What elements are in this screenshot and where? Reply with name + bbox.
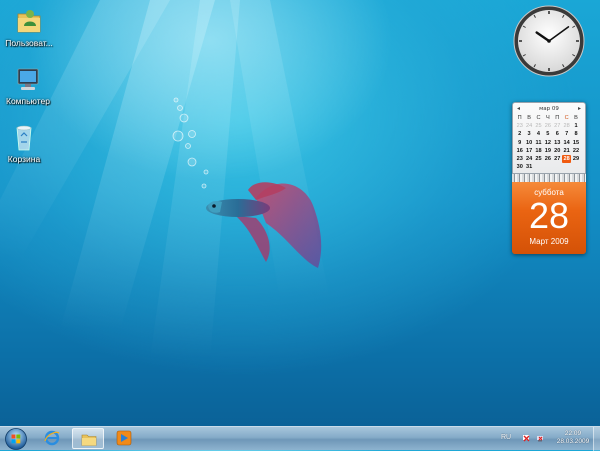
calendar-day-cell[interactable]: 7 — [562, 130, 571, 138]
calendar-weekday: П — [555, 115, 560, 121]
desktop-icon-computer[interactable]: Компьютер — [0, 64, 57, 106]
show-desktop-button[interactable] — [593, 427, 600, 451]
calendar-day-cell[interactable]: 24 — [524, 122, 533, 130]
calendar-day-cell[interactable]: 6 — [553, 130, 562, 138]
calendar-day-cell[interactable]: 17 — [524, 147, 533, 155]
calendar-day-view[interactable]: суббота 28 Март 2009 — [512, 182, 586, 254]
calendar-day-cell — [543, 163, 552, 171]
calendar-day-cell[interactable]: 31 — [524, 163, 533, 171]
calendar-day-cell[interactable]: 13 — [553, 139, 562, 147]
calendar-gadget[interactable]: ◂ мар 09 ▸ П В С Ч П С В 23 24 25 26 27 28 1 2 3 4 5 6 7 8 9 1… — [512, 102, 586, 254]
calendar-grid: П В С Ч П С В 23 24 25 26 27 28 1 2 3 4 5 6 7 8 9 10 11 12 13 14 15… — [513, 114, 585, 171]
calendar-weekday: С — [564, 115, 569, 121]
calendar-day-cell — [553, 163, 562, 171]
taskbar-windows-explorer[interactable] — [72, 428, 104, 449]
calendar-day-cell[interactable]: 22 — [571, 147, 580, 155]
desktop-icon-user-folder[interactable]: Пользоват... — [0, 6, 58, 48]
desktop-icon-recycle-bin[interactable]: Корзина — [0, 122, 53, 164]
calendar-day-cell[interactable]: 14 — [562, 139, 571, 147]
calendar-day-cell[interactable]: 27 — [553, 122, 562, 130]
calendar-day-cell[interactable]: 3 — [524, 130, 533, 138]
calendar-weekday: Ч — [546, 115, 550, 121]
calendar-weekday: С — [536, 115, 541, 121]
calendar-next-button[interactable]: ▸ — [578, 105, 581, 112]
calendar-day-cell — [571, 163, 580, 171]
calendar-month-view: ◂ мар 09 ▸ П В С Ч П С В 23 24 25 26 27 28 1 2 3 4 5 6 7 8 9 1… — [512, 102, 586, 174]
action-center-flag-icon[interactable] — [522, 434, 531, 443]
calendar-month-label: мар 09 — [539, 105, 559, 112]
calendar-prev-button[interactable]: ◂ — [517, 105, 520, 112]
calendar-day-cell[interactable]: 26 — [543, 155, 552, 163]
user-folder-icon — [17, 10, 41, 33]
calendar-day-cell[interactable]: 25 — [534, 122, 543, 130]
language-indicator[interactable]: RU — [501, 434, 511, 441]
calendar-weekday: В — [527, 115, 531, 121]
calendar-day-cell[interactable]: 11 — [534, 139, 543, 147]
network-status-icon[interactable] — [536, 434, 545, 443]
calendar-day-number: 28 — [528, 195, 570, 236]
calendar-day-cell[interactable]: 30 — [515, 163, 524, 171]
start-button[interactable] — [3, 427, 29, 451]
system-date: 28.03.2009 — [556, 438, 590, 445]
calendar-day-cell[interactable]: 23 — [515, 155, 524, 163]
calendar-day-cell[interactable]: 16 — [515, 147, 524, 155]
computer-icon — [17, 68, 39, 90]
calendar-day-cell[interactable]: 21 — [562, 147, 571, 155]
taskbar-internet-explorer[interactable] — [36, 428, 68, 449]
internet-explorer-icon — [44, 430, 60, 446]
calendar-day-cell[interactable]: 29 — [571, 155, 580, 163]
calendar-day-cell[interactable]: 24 — [524, 155, 533, 163]
calendar-weekday: В — [574, 115, 578, 121]
calendar-day-cell[interactable]: 10 — [524, 139, 533, 147]
calendar-day-cell[interactable]: 27 — [553, 155, 562, 163]
desktop-icon-label: Компьютер — [6, 96, 50, 106]
calendar-day-cell[interactable]: 23 — [515, 122, 524, 130]
calendar-day-cell[interactable]: 2 — [515, 130, 524, 138]
calendar-day-cell — [562, 163, 571, 171]
calendar-weekday: П — [517, 115, 522, 121]
calendar-month-year: Март 2009 — [529, 237, 569, 246]
calendar-day-cell[interactable]: 12 — [543, 139, 552, 147]
taskbar: RU 22:09 28.03.2009 — [0, 426, 600, 451]
taskbar-media-player[interactable] — [108, 428, 140, 449]
betta-fish-wallpaper — [206, 182, 322, 268]
calendar-day-cell[interactable]: 1 — [571, 122, 580, 130]
system-time: 22:09 — [564, 430, 582, 437]
calendar-day-cell[interactable]: 19 — [543, 147, 552, 155]
calendar-today-cell[interactable]: 28 — [561, 154, 572, 164]
desktop-icon-label: Корзина — [7, 154, 41, 164]
calendar-day-cell[interactable]: 25 — [534, 155, 543, 163]
calendar-day-cell[interactable]: 9 — [515, 139, 524, 147]
clock-gadget[interactable] — [512, 4, 586, 78]
calendar-day-cell[interactable]: 28 — [562, 122, 571, 130]
calendar-day-cell[interactable]: 5 — [543, 130, 552, 138]
explorer-folder-icon — [81, 434, 97, 446]
calendar-header: ◂ мар 09 ▸ — [513, 103, 585, 114]
calendar-day-cell[interactable]: 18 — [534, 147, 543, 155]
desktop-icon-label: Пользоват... — [5, 38, 53, 48]
calendar-day-cell[interactable]: 15 — [571, 139, 580, 147]
recycle-bin-icon — [16, 125, 32, 151]
calendar-day-cell[interactable]: 4 — [534, 130, 543, 138]
calendar-day-cell[interactable]: 8 — [571, 130, 580, 138]
system-clock[interactable]: 22:09 28.03.2009 — [551, 430, 595, 446]
media-player-icon — [116, 430, 132, 446]
calendar-day-cell[interactable]: 26 — [543, 122, 552, 130]
calendar-day-cell — [534, 163, 543, 171]
calendar-day-cell[interactable]: 20 — [553, 147, 562, 155]
